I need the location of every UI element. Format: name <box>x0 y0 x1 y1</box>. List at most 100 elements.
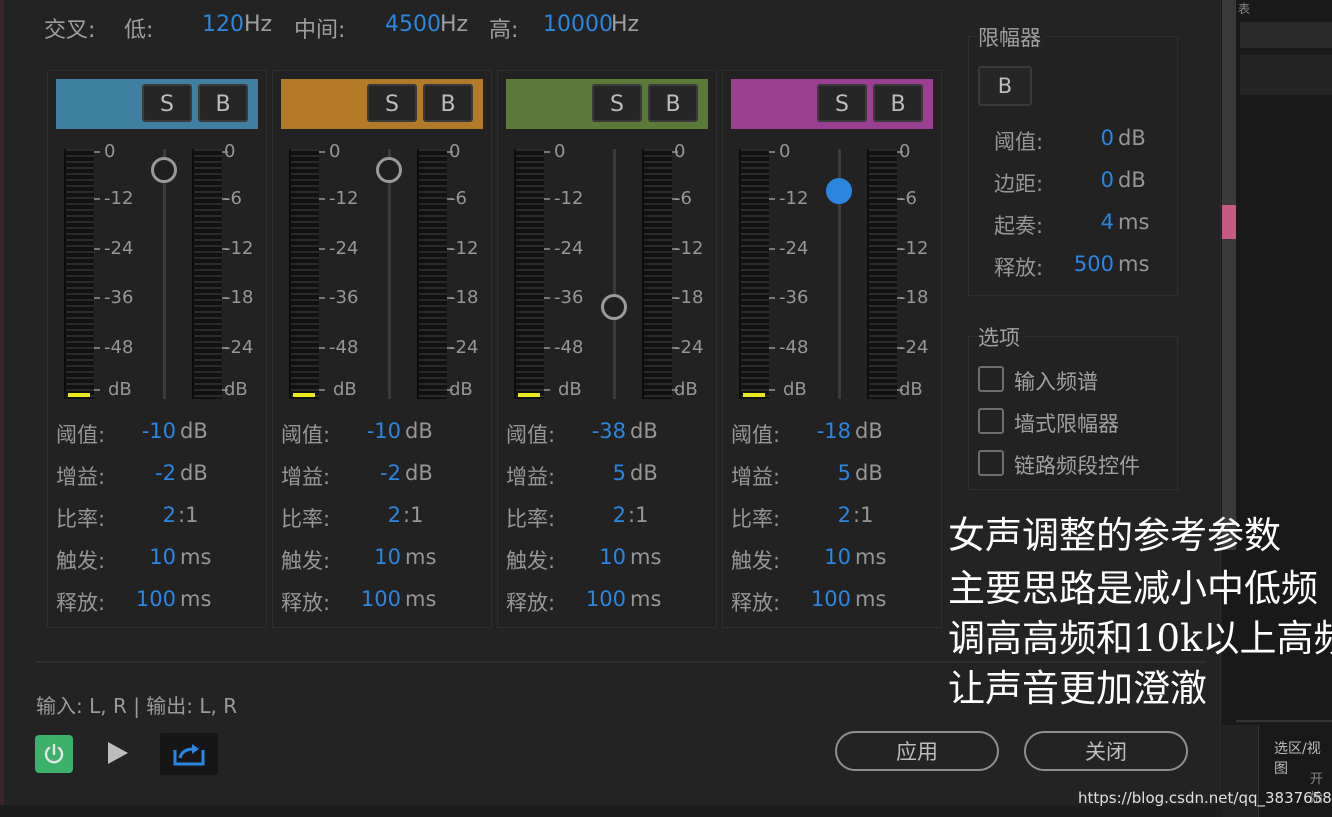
background-divider <box>1236 720 1332 722</box>
band-bypass-button[interactable]: B <box>873 84 923 122</box>
band-release-value[interactable]: 100 <box>791 587 851 611</box>
band-attack-value[interactable]: 10 <box>791 545 851 569</box>
threshold-slider-track[interactable] <box>388 149 391 399</box>
link-band-controls-label[interactable]: 链路频段控件 <box>1014 450 1140 480</box>
left-scale-label: -36 <box>554 287 584 308</box>
right-scale-label: 0 <box>449 141 461 162</box>
crossover-high-unit: Hz <box>611 12 640 37</box>
crossover-high-value[interactable]: 10000 <box>543 12 613 37</box>
right-scale-label: -6 <box>674 188 692 209</box>
scale-tick <box>544 198 550 200</box>
left-scale-label: 0 <box>779 141 791 162</box>
scale-tick <box>769 198 775 200</box>
meter-peak-indicator <box>293 393 315 397</box>
band-gain-unit: dB <box>855 461 883 485</box>
crossover-mid-unit: Hz <box>440 12 469 37</box>
band-solo-button[interactable]: S <box>592 84 642 122</box>
crossover-mid-value[interactable]: 4500 <box>385 12 441 37</box>
band-attack-label: 触发: <box>506 549 556 573</box>
left-scale-label: -24 <box>329 238 359 259</box>
limiter-threshold-unit: dB <box>1118 126 1146 150</box>
limiter-threshold-value[interactable]: 0 <box>1064 126 1114 150</box>
band-threshold-value[interactable]: -18 <box>791 419 851 443</box>
overlay-caption-line: 调高高频和10k以上高频 <box>948 617 1332 660</box>
scale-tick <box>94 248 100 250</box>
brickwall-limiter-checkbox[interactable] <box>978 408 1004 434</box>
scale-tick <box>94 347 100 349</box>
band-threshold-value[interactable]: -10 <box>341 419 401 443</box>
band-release-value[interactable]: 100 <box>116 587 176 611</box>
play-icon[interactable] <box>108 742 128 764</box>
band-release-value[interactable]: 100 <box>566 587 626 611</box>
band-attack-value[interactable]: 10 <box>341 545 401 569</box>
apply-button[interactable]: 应用 <box>835 731 999 771</box>
right-scale-label: -12 <box>674 238 704 259</box>
close-button[interactable]: 关闭 <box>1024 731 1188 771</box>
right-scale-label: -12 <box>899 238 929 259</box>
background-scrollbar[interactable] <box>1222 0 1236 550</box>
band-attack-value[interactable]: 10 <box>566 545 626 569</box>
band-header: SB <box>731 79 933 129</box>
brickwall-limiter-label[interactable]: 墙式限幅器 <box>1014 408 1119 438</box>
crossover-mid-label: 中间: <box>294 18 346 43</box>
limiter-margin-unit: dB <box>1118 168 1146 192</box>
band-bypass-button[interactable]: B <box>648 84 698 122</box>
band-gain-value[interactable]: -2 <box>341 461 401 485</box>
limiter-attack-value[interactable]: 4 <box>1064 210 1114 234</box>
band-panel: S B 0 0 -12 -6 -24 -12 -36 -18 -48 -24 dB dB 阈值: -10 dB 增… <box>47 70 267 628</box>
threshold-slider-knob[interactable] <box>376 157 402 183</box>
band-bypass-button[interactable]: B <box>198 84 248 122</box>
export-button[interactable] <box>160 733 218 775</box>
band-release-value[interactable]: 100 <box>341 587 401 611</box>
left-scale-label: -12 <box>554 188 584 209</box>
band-ratio-value[interactable]: 2 <box>791 503 851 527</box>
band-input-meter <box>64 149 94 399</box>
band-ratio-unit: :1 <box>178 503 199 527</box>
scale-tick <box>94 151 100 153</box>
band-bypass-button[interactable]: B <box>423 84 473 122</box>
band-release-label: 释放: <box>731 591 781 615</box>
crossover-low-value[interactable]: 120 <box>202 12 244 37</box>
limiter-margin-label: 边距: <box>994 172 1044 196</box>
band-threshold-value[interactable]: -38 <box>566 419 626 443</box>
band-gain-value[interactable]: 5 <box>791 461 851 485</box>
band-attack-unit: ms <box>405 545 437 569</box>
input-spectrum-label[interactable]: 输入频谱 <box>1014 366 1098 396</box>
band-gain-value[interactable]: -2 <box>116 461 176 485</box>
band-solo-button[interactable]: S <box>817 84 867 122</box>
scale-tick <box>319 151 325 153</box>
band-solo-button[interactable]: S <box>142 84 192 122</box>
left-scale-label: -48 <box>104 337 134 358</box>
threshold-slider-track[interactable] <box>613 149 616 399</box>
band-ratio-value[interactable]: 2 <box>116 503 176 527</box>
band-gain-reduction-meter <box>642 149 672 399</box>
threshold-slider-knob[interactable] <box>826 178 852 204</box>
threshold-slider-track[interactable] <box>163 149 166 399</box>
link-band-controls-checkbox[interactable] <box>978 450 1004 476</box>
band-ratio-value[interactable]: 2 <box>566 503 626 527</box>
input-spectrum-checkbox[interactable] <box>978 366 1004 392</box>
threshold-slider-knob[interactable] <box>601 294 627 320</box>
band-attack-value[interactable]: 10 <box>116 545 176 569</box>
limiter-margin-value[interactable]: 0 <box>1064 168 1114 192</box>
left-scale-label: -24 <box>554 238 584 259</box>
band-input-meter <box>514 149 544 399</box>
band-threshold-unit: dB <box>405 419 433 443</box>
band-threshold-unit: dB <box>630 419 658 443</box>
band-threshold-value[interactable]: -10 <box>116 419 176 443</box>
limiter-bypass-button[interactable]: B <box>978 66 1032 106</box>
limiter-release-value[interactable]: 500 <box>1064 252 1114 276</box>
threshold-slider-knob[interactable] <box>151 157 177 183</box>
band-solo-button[interactable]: S <box>367 84 417 122</box>
power-toggle-button[interactable] <box>35 735 73 773</box>
band-gain-value[interactable]: 5 <box>566 461 626 485</box>
right-scale-label: -24 <box>449 337 479 358</box>
band-release-label: 释放: <box>56 591 106 615</box>
right-scale-label: -18 <box>899 287 929 308</box>
right-scale-label: -6 <box>899 188 917 209</box>
io-routing-label: 输入: L, R | 输出: L, R <box>36 694 238 718</box>
band-ratio-unit: :1 <box>403 503 424 527</box>
band-attack-label: 触发: <box>281 549 331 573</box>
band-attack-label: 触发: <box>731 549 781 573</box>
band-ratio-value[interactable]: 2 <box>341 503 401 527</box>
